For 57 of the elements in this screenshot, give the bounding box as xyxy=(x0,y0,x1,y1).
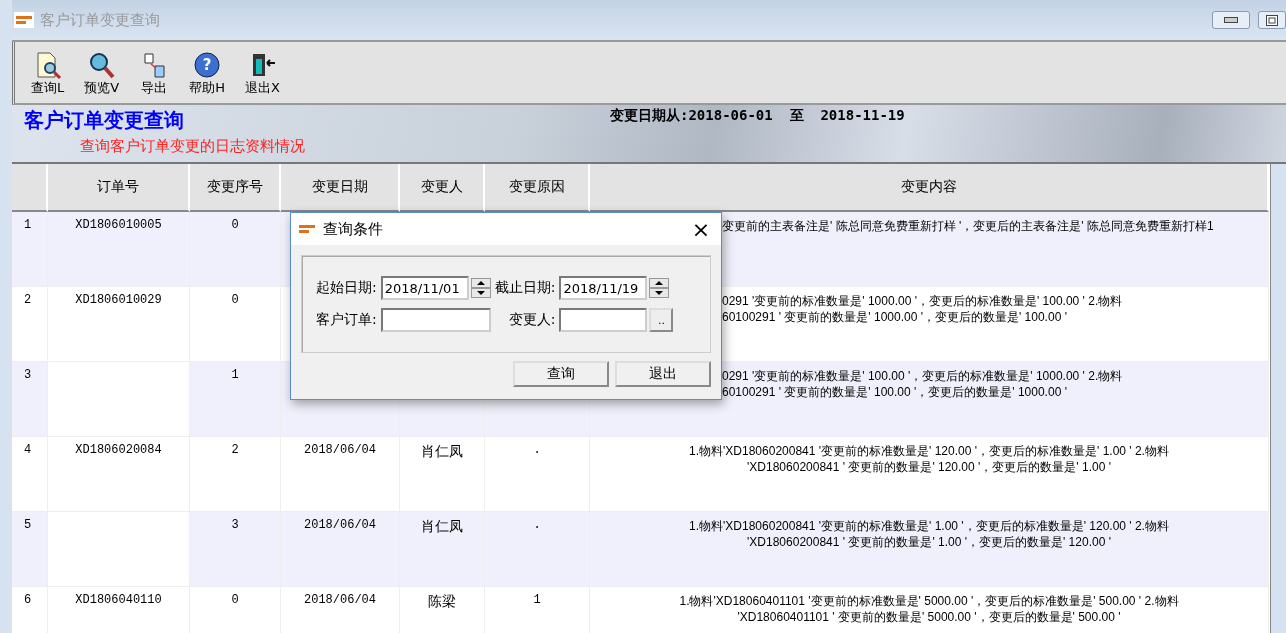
table-cell: 1.物料'XD18060200841 '变更前的标准数量是' 1.00 '，变更后的标准数量是' 120.00 ' 2.物料 'XD18060200841 ' 变更前的数量是' 1.00 '，变更后的数量是' 120.00 ' xyxy=(590,512,1269,587)
dialog-title: 查询条件 xyxy=(323,219,383,239)
row-number: 3 xyxy=(12,362,48,437)
toolbar-button[interactable]: 导出 xyxy=(139,51,170,97)
column-header[interactable]: 变更内容 xyxy=(590,164,1269,212)
row-number: 6 xyxy=(12,587,48,633)
logo-icon xyxy=(14,12,34,28)
restore-icon xyxy=(1266,14,1278,26)
field-label: 变更人: xyxy=(507,311,556,329)
toolbar-button[interactable]: 退出X xyxy=(244,51,280,97)
field-label: 截止日期: xyxy=(494,279,556,297)
help-icon: ? xyxy=(192,51,223,79)
column-header[interactable]: 变更日期 xyxy=(281,164,400,212)
banner-subtitle: 查询客户订单变更的日志资料情况 xyxy=(80,137,305,156)
maximize-button[interactable] xyxy=(1258,11,1286,29)
table-cell: XD1806010005 xyxy=(48,212,190,287)
spinner-icon[interactable] xyxy=(649,278,670,298)
table-cell: . xyxy=(485,512,590,587)
minimize-button[interactable] xyxy=(1212,11,1250,29)
column-header[interactable]: 变更原因 xyxy=(485,164,590,212)
dialog-button[interactable]: 查询 xyxy=(513,361,609,387)
lookup-button[interactable]: .. xyxy=(649,308,674,332)
column-header[interactable]: 变更人 xyxy=(400,164,485,212)
table-cell: 2018/06/04 xyxy=(281,587,400,633)
input-field[interactable] xyxy=(380,308,491,332)
date-field[interactable]: 2018/11/01 xyxy=(380,276,469,300)
header-cell xyxy=(12,164,48,212)
table-cell: XD1806040110 xyxy=(48,587,190,633)
table-cell: 3 xyxy=(190,512,281,587)
toolbar-button[interactable]: ? 帮助H xyxy=(189,51,225,97)
dialog-button[interactable]: 退出 xyxy=(615,361,711,387)
table-cell: 0 xyxy=(190,212,281,287)
toolbar-button[interactable]: 预览V xyxy=(84,51,120,97)
table-cell: 陈梁 xyxy=(400,587,485,633)
input-field[interactable] xyxy=(559,308,648,332)
row-number: 1 xyxy=(12,212,48,287)
date-range-text: 变更日期从:2018-06-01 至 2018-11-19 xyxy=(610,107,905,125)
close-button[interactable]: × xyxy=(681,214,721,244)
field-label: 起始日期: xyxy=(316,279,377,297)
table-cell: XD1806010029 xyxy=(48,287,190,362)
banner-title: 客户订单变更查询 xyxy=(24,107,184,134)
table-cell: 1.物料'XD18060401101 '变更前的标准数量是' 5000.00 '，变更后的标准数量是' 500.00 ' 2.物料 'XD18060401101 ' 变更前的数量是' 5000.00 '，变更后的数量是' 500.00 ' xyxy=(590,587,1269,633)
table-cell: XD1806020084 xyxy=(48,437,190,512)
column-header[interactable]: 变更序号 xyxy=(190,164,281,212)
date-field[interactable]: 2018/11/19 xyxy=(559,276,648,300)
table-cell: 肖仁凤 xyxy=(400,512,485,587)
spinner-icon[interactable] xyxy=(470,278,491,298)
window-title: 客户订单变更查询 xyxy=(40,10,160,30)
minimize-icon xyxy=(1224,17,1238,23)
field-label: 客户订单: xyxy=(316,311,377,329)
table-cell: 1 xyxy=(190,362,281,437)
table-cell: 2018/06/04 xyxy=(281,512,400,587)
table-cell: 0 xyxy=(190,587,281,633)
row-number: 5 xyxy=(12,512,48,587)
table-cell: 1 xyxy=(485,587,590,633)
column-header[interactable]: 订单号 xyxy=(48,164,190,212)
toolbar-button[interactable]: 查询L xyxy=(31,51,65,97)
